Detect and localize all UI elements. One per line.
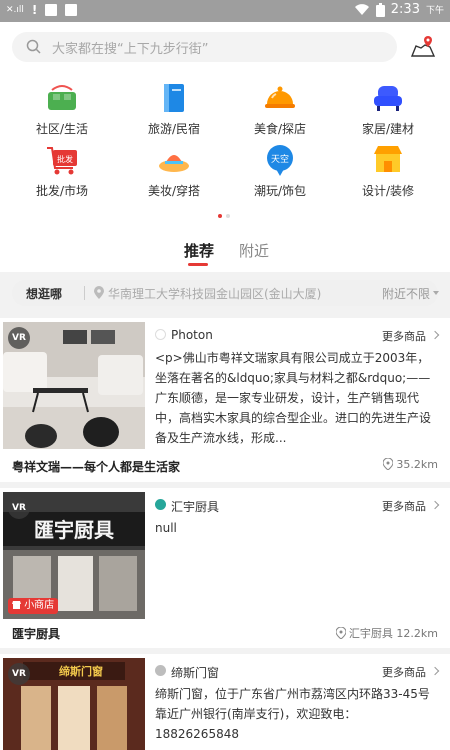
filter-address: 华南理工大学科技园金山园区(金山大厦) xyxy=(108,287,322,301)
category-community[interactable]: 社区/生活 xyxy=(6,80,118,137)
page-dot-active xyxy=(218,214,222,218)
basket-icon xyxy=(48,85,76,110)
store-thumbnail[interactable]: 匯宇厨具 VR 小商店 xyxy=(3,492,145,619)
tab-recommend[interactable]: 推荐 xyxy=(184,240,214,261)
no-signal-icon: ✕.ıll xyxy=(6,5,24,15)
store-header: Photon 更多商品 xyxy=(155,328,440,344)
location-filter[interactable]: 想逛哪 华南理工大学科技园金山园区(金山大厦) 附近不限 xyxy=(12,280,439,306)
vr-badge: VR xyxy=(8,497,30,519)
hat-icon xyxy=(159,155,189,172)
cloche-icon xyxy=(265,86,295,108)
store-description: 缔斯门窗，位于广东省广州市荔湾区内环路33-45号靠近广州银行(南岸支行)，欢迎… xyxy=(155,687,430,741)
map-pin-icon[interactable] xyxy=(410,34,436,60)
category-trendy[interactable]: 天空 潮玩/饰包 xyxy=(224,142,336,199)
image-icon xyxy=(45,4,58,16)
book-icon xyxy=(164,84,184,112)
vr-badge: VR xyxy=(8,327,30,349)
category-label: 社区/生活 xyxy=(35,122,89,136)
chevron-right-icon xyxy=(430,500,440,510)
category-travel[interactable]: 旅游/民宿 xyxy=(118,80,230,137)
status-time: 2:33 xyxy=(390,2,420,17)
chevron-right-icon xyxy=(430,330,440,340)
store-avatar-icon xyxy=(155,499,166,510)
store-sign-text: 匯宇厨具 xyxy=(34,518,114,542)
clipboard-check-icon xyxy=(65,4,78,16)
store-card[interactable]: 匯宇厨具 VR 小商店 汇宇厨具 更多商品 null 匯宇厨具 汇宇厨具 12.… xyxy=(0,488,450,648)
category-label: 家居/建材 xyxy=(361,122,415,136)
small-shop-badge: 小商店 xyxy=(8,598,59,614)
store-header: 汇宇厨具 更多商品 xyxy=(155,498,440,514)
trendy-icon: 天空 xyxy=(267,145,293,176)
store-description: null xyxy=(155,521,177,535)
battery-icon xyxy=(375,2,385,17)
store-card[interactable]: 缔斯门窗 VR 缔斯门窗 更多商品 缔斯门窗，位于广东省广州市荔湾区内环路33-… xyxy=(0,654,450,750)
small-shop-label: 小商店 xyxy=(24,600,55,611)
category-label: 旅游/民宿 xyxy=(147,122,201,136)
store-name[interactable]: Photon xyxy=(171,328,213,342)
distance-value: 35.2km xyxy=(396,458,438,471)
shop-icon xyxy=(374,146,402,172)
wholesale-cart-icon: 批发 xyxy=(47,147,77,175)
location-pin-icon xyxy=(94,286,104,299)
search-placeholder: 大家都在搜“上下九步行街” xyxy=(52,42,209,57)
store-card[interactable]: VR Photon 更多商品 <p>佛山市粤祥文瑞家具有限公司成立于2003年，… xyxy=(0,318,450,482)
page-indicator xyxy=(218,214,230,218)
store-avatar-icon xyxy=(155,329,166,340)
category-beauty[interactable]: 美妆/穿搭 xyxy=(118,142,230,199)
card-footer: 粤祥文瑞——每个人都是生活家 35.2km xyxy=(0,453,450,479)
status-right-icons: 2:33 下午 xyxy=(354,2,444,17)
location-pin-icon xyxy=(382,457,394,471)
tab-nearby[interactable]: 附近 xyxy=(239,240,269,261)
card-title[interactable]: 粤祥文瑞——每个人都是生活家 xyxy=(12,458,180,475)
status-bar: ✕.ıll ! 2:33 下午 xyxy=(0,0,450,22)
card-distance: 35.2km xyxy=(382,457,438,471)
location-pin-icon xyxy=(335,626,347,640)
tab-underline xyxy=(188,263,208,266)
card-title[interactable]: 匯宇厨具 xyxy=(12,625,60,642)
category-food[interactable]: 美食/探店 xyxy=(224,80,336,137)
distance-value: 汇宇厨具 12.2km xyxy=(348,627,438,640)
wifi-icon xyxy=(354,4,369,15)
store-name[interactable]: 缔斯门窗 xyxy=(171,664,219,681)
store-name[interactable]: 汇宇厨具 xyxy=(171,498,219,515)
category-label: 批发/市场 xyxy=(35,184,89,198)
store-description: <p>佛山市粤祥文瑞家具有限公司成立于2003年，坐落在著名的&ldquo;家具… xyxy=(155,351,432,445)
shop-icon xyxy=(12,601,21,609)
chevron-down-icon xyxy=(433,291,439,295)
category-label: 美妆/穿搭 xyxy=(147,184,201,198)
alert-icon: ! xyxy=(31,3,38,17)
store-header: 缔斯门窗 更多商品 xyxy=(155,664,440,680)
search-input[interactable]: 大家都在搜“上下九步行街” xyxy=(12,32,397,62)
wholesale-badge-text: 批发 xyxy=(57,154,73,164)
category-home[interactable]: 家居/建材 xyxy=(332,80,444,137)
trendy-badge-text: 天空 xyxy=(271,153,289,165)
status-left-icons: ✕.ıll ! xyxy=(6,3,78,17)
card-distance: 汇宇厨具 12.2km xyxy=(335,625,438,641)
category-label: 美食/探店 xyxy=(253,122,307,136)
more-products-link[interactable]: 更多商品 xyxy=(382,498,426,514)
store-thumbnail[interactable]: 缔斯门窗 VR xyxy=(3,658,145,750)
tab-bar: 推荐 附近 xyxy=(0,232,450,272)
top-section: 大家都在搜“上下九步行街” 社区/生活 旅游/民宿 美食/探店 家居/建材 批发… xyxy=(0,22,450,232)
category-label: 潮玩/饰包 xyxy=(253,184,307,198)
filter-divider xyxy=(84,286,85,300)
distance-dropdown[interactable]: 附近不限 xyxy=(382,285,430,302)
category-label: 设计/装修 xyxy=(361,184,415,198)
more-products-link[interactable]: 更多商品 xyxy=(382,328,426,344)
more-products-link[interactable]: 更多商品 xyxy=(382,664,426,680)
store-sign-text: 缔斯门窗 xyxy=(59,664,103,678)
category-wholesale[interactable]: 批发 批发/市场 xyxy=(6,142,118,199)
filter-label: 想逛哪 xyxy=(26,287,63,301)
sofa-icon xyxy=(374,86,402,111)
store-thumbnail[interactable]: VR xyxy=(3,322,145,449)
category-design[interactable]: 设计/装修 xyxy=(332,142,444,199)
chevron-right-icon xyxy=(430,666,440,676)
vr-badge: VR xyxy=(8,663,30,685)
store-avatar-icon xyxy=(155,665,166,676)
status-ampm: 下午 xyxy=(425,6,444,16)
search-icon xyxy=(26,39,41,54)
card-footer: 匯宇厨具 汇宇厨具 12.2km xyxy=(0,620,450,646)
page-dot xyxy=(226,214,230,218)
